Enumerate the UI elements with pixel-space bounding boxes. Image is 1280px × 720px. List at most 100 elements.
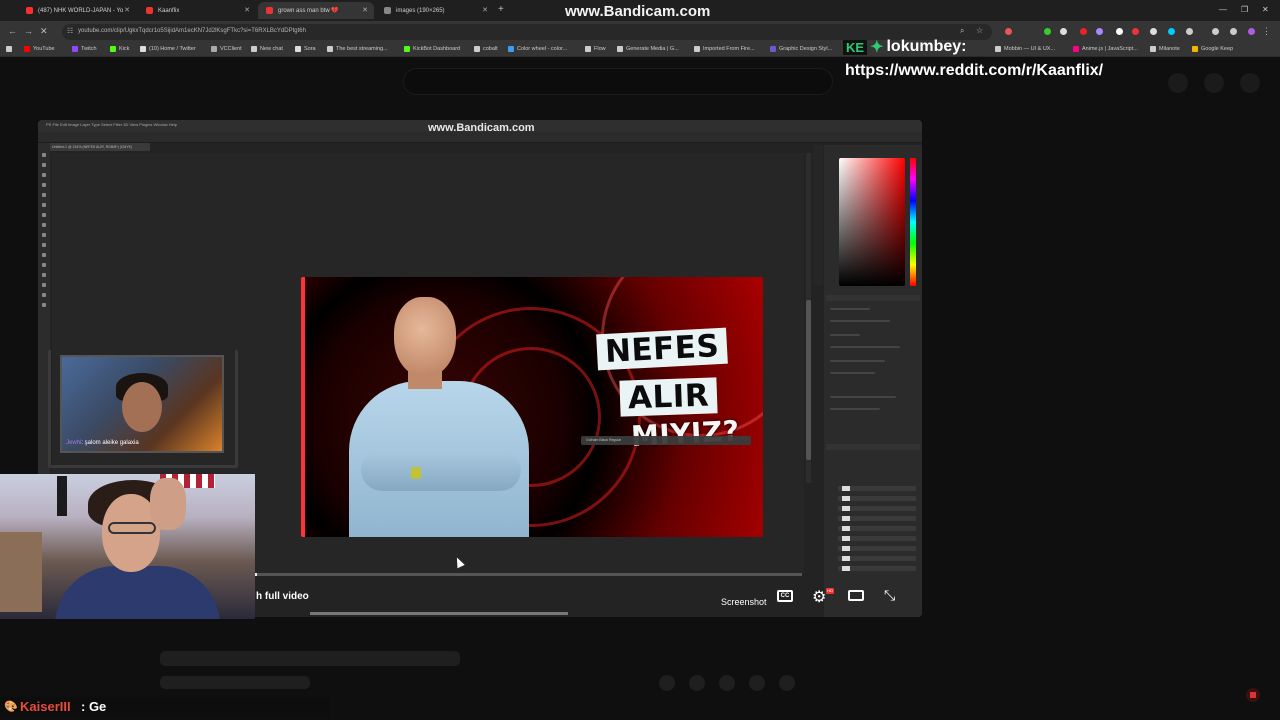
- captions-button[interactable]: CC: [777, 590, 793, 602]
- forward-icon[interactable]: →: [24, 26, 33, 36]
- text-tool-icon: [42, 263, 46, 267]
- eraser-tool-icon: [42, 223, 46, 227]
- bookmark-kick[interactable]: Kick: [110, 46, 129, 52]
- bookmark-google-keep[interactable]: Google Keep: [1192, 46, 1233, 52]
- extension-icon[interactable]: [1096, 28, 1103, 35]
- close-tab-icon[interactable]: ✕: [124, 6, 130, 14]
- lasso-tool-icon: [42, 173, 46, 177]
- layer-row: [838, 496, 916, 501]
- extension-icon[interactable]: [1132, 28, 1139, 35]
- layer-row: [838, 506, 916, 511]
- video-progress-bar[interactable]: [255, 573, 802, 576]
- tab-kaanflix[interactable]: Kaanflix ✕: [138, 2, 256, 19]
- bookmark-milanote[interactable]: Milanote: [1150, 46, 1180, 52]
- new-tab-button[interactable]: +: [498, 4, 504, 15]
- download-icon[interactable]: [1212, 28, 1219, 35]
- kick-icon: [404, 46, 410, 52]
- header-icon-placeholder[interactable]: [1168, 73, 1188, 93]
- extension-icon[interactable]: [1060, 28, 1067, 35]
- side-panel-icon[interactable]: [1230, 28, 1237, 35]
- minimize-icon[interactable]: —: [1219, 5, 1227, 14]
- tab-active-clip[interactable]: grown ass man btw 💔 ✕: [258, 2, 374, 19]
- apps-grid-icon[interactable]: [6, 46, 15, 52]
- menu-kebab-icon[interactable]: ⋮: [1262, 26, 1271, 37]
- bookmark-mobbin[interactable]: Mobbin — UI & UX...: [995, 46, 1055, 52]
- bookmark-graphic-design[interactable]: Graphic Design Styl...: [770, 46, 832, 52]
- bandicam-watermark: www.Bandicam.com: [565, 3, 711, 20]
- kick-icon: [110, 46, 116, 52]
- profile-avatar[interactable]: [1248, 28, 1255, 35]
- person-body: [55, 566, 220, 619]
- gradient-tool-icon: [42, 233, 46, 237]
- person-face: [122, 382, 162, 432]
- extension-icon[interactable]: [1044, 28, 1051, 35]
- bookmark-animejs[interactable]: Anime.js | JavaScript...: [1073, 46, 1138, 52]
- bookmark-vcclient[interactable]: VCClient: [211, 46, 242, 52]
- bookmark-streaming[interactable]: The best streaming...: [327, 46, 388, 52]
- bookmark-star-icon[interactable]: ☆: [976, 26, 983, 35]
- pen-tool-icon: [42, 253, 46, 257]
- photoshop-document-tab: Untitled-1 @ 134% (NEFES ALIR, RGB/8*) (…: [50, 143, 150, 151]
- photoshop-options-bar: [38, 132, 922, 143]
- panel-row: [830, 408, 880, 410]
- site-info-icon[interactable]: ☷: [67, 27, 73, 35]
- bookmark-generate-media[interactable]: Generate Media | G...: [617, 46, 679, 52]
- close-tab-icon[interactable]: ✕: [482, 6, 488, 14]
- avatar-placeholder[interactable]: [1240, 73, 1260, 93]
- search-placeholder[interactable]: [403, 68, 833, 95]
- bookmark-imported[interactable]: Imported From Fire...: [694, 46, 755, 52]
- close-tab-icon[interactable]: ✕: [362, 6, 368, 14]
- zoom-tool-icon: [42, 303, 46, 307]
- hue-slider: [910, 158, 916, 286]
- screenshot-button[interactable]: Screenshot: [721, 597, 767, 607]
- ticker-message: : Ge: [81, 699, 107, 714]
- bookmark-sora[interactable]: Sora: [295, 46, 316, 52]
- youtube-icon: [24, 46, 30, 52]
- bookmark-twitter[interactable]: (10) Home / Twitter: [140, 46, 196, 52]
- header-icon-placeholder[interactable]: [1204, 73, 1224, 93]
- maximize-icon[interactable]: ❐: [1241, 5, 1248, 14]
- bookmark-kickbot[interactable]: KickBot Dashboard: [404, 46, 460, 52]
- extension-icon[interactable]: [1080, 28, 1087, 35]
- tab-nhk[interactable]: (487) NHK WORLD-JAPAN - Yo ✕: [18, 2, 136, 19]
- bookmark-label: Imported From Fire...: [703, 46, 755, 52]
- bookmark-label: Flow: [594, 46, 606, 52]
- color-wheel-icon: [508, 46, 514, 52]
- selection-edge: [301, 277, 305, 537]
- theater-mode-button[interactable]: [848, 590, 864, 601]
- back-icon[interactable]: ←: [8, 26, 17, 36]
- close-window-icon[interactable]: ✕: [1262, 5, 1269, 14]
- fullscreen-icon[interactable]: ⤡: [884, 587, 895, 604]
- settings-gear-icon[interactable]: ⚙: [812, 587, 826, 607]
- bookmark-label: KickBot Dashboard: [413, 46, 461, 52]
- bookmark-youtube[interactable]: YouTube: [24, 46, 55, 52]
- bookmark-cobalt[interactable]: cobalt: [474, 46, 498, 52]
- bookmark-label: Kick: [119, 46, 130, 52]
- bookmark-twitch[interactable]: Twitch: [72, 46, 97, 52]
- extension-icon[interactable]: [1116, 28, 1123, 35]
- url-text: youtube.com/clip/UgkxTqdcr1o5SijidAm1ecK…: [78, 28, 306, 34]
- extension-icon[interactable]: [1168, 28, 1175, 35]
- bookmark-new-chat[interactable]: New chat: [251, 46, 283, 52]
- text-contextual-toolbar: Gotham Black Regular: [581, 436, 751, 445]
- bookmark-flow[interactable]: Flow: [585, 46, 606, 52]
- person-hand: [150, 478, 186, 530]
- webcam-chat-line: Jewhi: şalom aleike galaxia: [66, 440, 139, 446]
- ticker-username: KaiserIII: [20, 699, 71, 714]
- person-head: [394, 297, 456, 377]
- bookmark-label: Anime.js | JavaScript...: [1082, 46, 1138, 52]
- clip-range-bar[interactable]: [310, 612, 568, 615]
- zoom-icon[interactable]: ⌕: [960, 26, 964, 36]
- stream-overlay-handle: KE ✦ lokumbey:: [843, 37, 966, 57]
- shape-tool-icon: [42, 283, 46, 287]
- extension-icon[interactable]: [1005, 28, 1012, 35]
- extension-icon[interactable]: [1150, 28, 1157, 35]
- puzzle-extensions-icon[interactable]: [1186, 28, 1193, 35]
- close-tab-icon[interactable]: ✕: [244, 6, 250, 14]
- tab-images[interactable]: images (190×265) ✕: [376, 2, 494, 19]
- bookmark-label: Graphic Design Styl...: [779, 46, 833, 52]
- stop-loading-icon[interactable]: ✕: [40, 26, 48, 37]
- notification-badge-icon[interactable]: [1246, 688, 1260, 702]
- bookmark-color-wheel[interactable]: Color wheel - color...: [508, 46, 567, 52]
- watch-full-video-link[interactable]: h full video: [256, 591, 309, 602]
